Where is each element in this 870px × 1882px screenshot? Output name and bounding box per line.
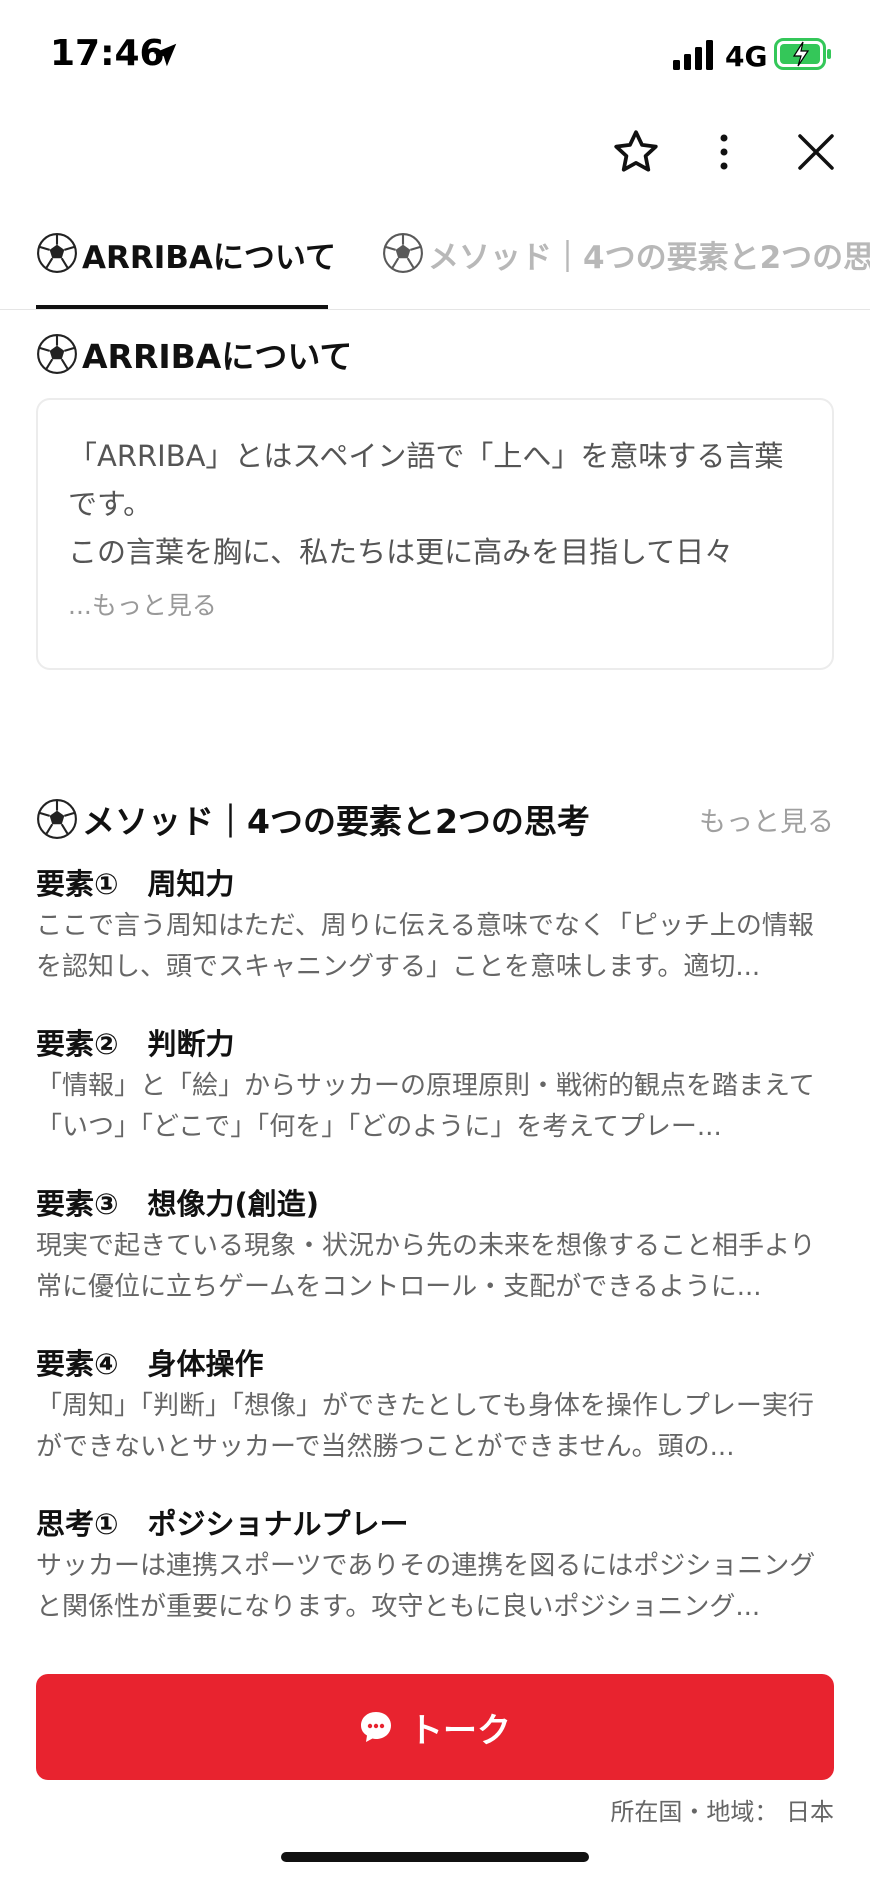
about-section-title: ARRIBAについて: [36, 330, 352, 378]
network-type: 4G: [725, 40, 768, 73]
tab-method-label: メソッド｜4つの要素と2つの思考: [428, 240, 870, 276]
method-item-body: ここで言う周知はただ、周りに伝える意味でなく「ピッチ上の情報を認知し、頭でスキャ…: [36, 911, 814, 982]
method-item-heading: 要素① 周知力: [36, 867, 235, 901]
favorite-button[interactable]: [604, 120, 668, 184]
talk-button[interactable]: トーク: [36, 1674, 834, 1780]
tab-bar: ARRIBAについて メソッド｜4つの要素と2つの思考: [0, 222, 870, 310]
method-item-heading: 要素③ 想像力(創造): [36, 1187, 320, 1221]
about-title-text: ARRIBAについて: [82, 337, 353, 376]
battery-charging-icon: [774, 38, 831, 70]
more-options-button[interactable]: [692, 120, 756, 184]
method-item[interactable]: 思考① ポジショナルプレー サッカーは連携スポーツでありその連携を図るにはポジシ…: [36, 1502, 826, 1662]
status-time: 17:46: [50, 33, 165, 74]
region-info: 所在国・地域： 日本: [610, 1798, 834, 1826]
soccer-ball-icon: [37, 334, 77, 374]
method-title-text: メソッド｜4つの要素と2つの思考: [82, 802, 590, 841]
method-more-link[interactable]: もっと見る: [699, 800, 834, 839]
tab-about-label: ARRIBAについて: [82, 240, 336, 276]
close-icon: [798, 134, 834, 170]
chat-bubble-icon: [361, 1712, 391, 1742]
method-item-heading: 要素② 判断力: [36, 1027, 235, 1061]
close-button[interactable]: [784, 120, 848, 184]
top-nav: [0, 120, 870, 190]
star-icon: [614, 130, 658, 172]
soccer-ball-icon: [37, 799, 77, 839]
method-item[interactable]: 要素③ 想像力(創造) 現実で起きている現象・状況から先の未来を想像すること相手…: [36, 1182, 826, 1342]
home-indicator[interactable]: [281, 1852, 589, 1862]
soccer-ball-icon: [37, 233, 77, 273]
about-description: 「ARRIBA」とはスペイン語で「上へ」を意味する言葉です。 この言葉を胸に、私…: [68, 439, 784, 569]
method-item-body: 現実で起きている現象・状況から先の未来を想像すること相手より常に優位に立ちゲーム…: [36, 1231, 816, 1302]
about-more-link[interactable]: ...もっと見る: [68, 586, 802, 622]
method-item-body: 「周知」「判断」「想像」ができたとしても身体を操作しプレー実行ができないとサッカ…: [36, 1391, 814, 1462]
soccer-ball-icon: [383, 233, 423, 273]
method-item[interactable]: 要素① 周知力 ここで言う周知はただ、周りに伝える意味でなく「ピッチ上の情報を認…: [36, 862, 826, 1022]
about-card: 「ARRIBA」とはスペイン語で「上へ」を意味する言葉です。 この言葉を胸に、私…: [36, 398, 834, 670]
method-item[interactable]: 要素② 判断力 「情報」と「絵」からサッカーの原理原則・戦術的観点を踏まえて「い…: [36, 1022, 826, 1182]
tab-method[interactable]: メソッド｜4つの要素と2つの思考: [382, 232, 870, 309]
talk-button-label: トーク: [409, 1710, 511, 1751]
method-item-body: 「情報」と「絵」からサッカーの原理原則・戦術的観点を踏まえて「いつ」「どこで」「…: [36, 1071, 815, 1142]
method-item-body: サッカーは連携スポーツでありその連携を図るにはポジショニングと関係性が重要になり…: [36, 1551, 816, 1622]
method-item[interactable]: 要素④ 身体操作 「周知」「判断」「想像」ができたとしても身体を操作しプレー実行…: [36, 1342, 826, 1502]
status-bar: 17:46 4G: [0, 0, 870, 110]
method-item-list: 要素① 周知力 ここで言う周知はただ、周りに伝える意味でなく「ピッチ上の情報を認…: [36, 862, 826, 1662]
vertical-dots-icon: [720, 134, 728, 170]
tab-about[interactable]: ARRIBAについて: [36, 232, 336, 309]
method-item-heading: 要素④ 身体操作: [36, 1347, 264, 1381]
method-section-title: メソッド｜4つの要素と2つの思考: [36, 795, 590, 843]
method-item-heading: 思考① ポジショナルプレー: [36, 1507, 409, 1541]
location-arrow-icon: [153, 43, 177, 67]
cellular-signal-icon: [673, 40, 713, 70]
